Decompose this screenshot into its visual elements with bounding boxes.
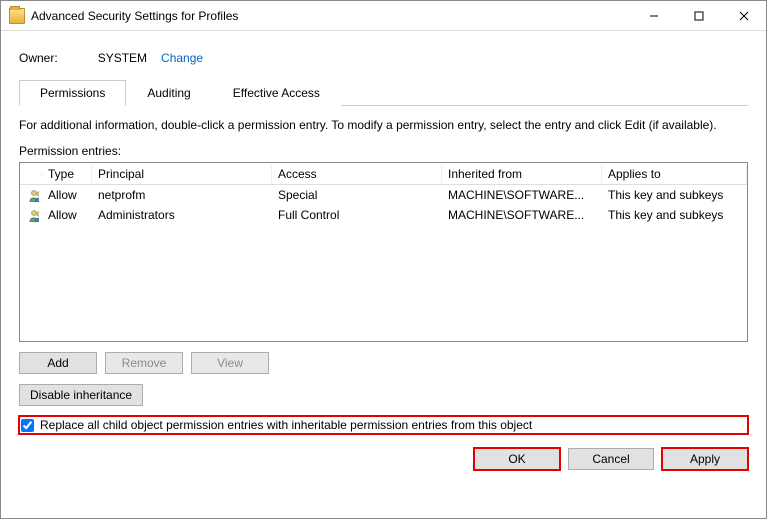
cancel-button[interactable]: Cancel [568, 448, 654, 470]
entries-label: Permission entries: [19, 144, 748, 158]
permission-table[interactable]: Type Principal Access Inherited from App… [19, 162, 748, 342]
owner-row: Owner: SYSTEM Change [19, 51, 748, 65]
minimize-icon [649, 11, 659, 21]
info-text: For additional information, double-click… [19, 118, 748, 132]
cell-principal: netprofm [92, 187, 272, 203]
cell-applies: This key and subkeys [602, 187, 747, 203]
cell-access: Special [272, 187, 442, 203]
cell-type: Allow [42, 207, 92, 223]
col-inherited[interactable]: Inherited from [442, 165, 602, 183]
tabs: Permissions Auditing Effective Access [19, 79, 748, 106]
titlebar: Advanced Security Settings for Profiles [1, 1, 766, 31]
window-title: Advanced Security Settings for Profiles [31, 9, 631, 23]
users-icon [23, 208, 39, 222]
ok-button[interactable]: OK [474, 448, 560, 470]
change-owner-link[interactable]: Change [161, 51, 203, 65]
owner-value: SYSTEM [98, 51, 147, 65]
close-icon [739, 11, 749, 21]
add-button[interactable]: Add [19, 352, 97, 374]
cell-access: Full Control [272, 207, 442, 223]
view-button: View [191, 352, 269, 374]
col-type[interactable]: Type [42, 165, 92, 183]
cell-principal: Administrators [92, 207, 272, 223]
users-icon [23, 188, 39, 202]
cell-type: Allow [42, 187, 92, 203]
tab-auditing[interactable]: Auditing [126, 80, 211, 106]
maximize-button[interactable] [676, 1, 721, 31]
table-header: Type Principal Access Inherited from App… [20, 163, 747, 185]
table-row[interactable]: AllowAdministratorsFull ControlMACHINE\S… [20, 205, 747, 225]
replace-children-row[interactable]: Replace all child object permission entr… [19, 416, 748, 434]
col-applies[interactable]: Applies to [602, 165, 747, 183]
replace-children-label[interactable]: Replace all child object permission entr… [40, 418, 532, 432]
replace-children-checkbox[interactable] [21, 419, 34, 432]
tab-permissions[interactable]: Permissions [19, 80, 126, 106]
disable-inheritance-button[interactable]: Disable inheritance [19, 384, 143, 406]
col-principal[interactable]: Principal [92, 165, 272, 183]
minimize-button[interactable] [631, 1, 676, 31]
tab-effective-access[interactable]: Effective Access [212, 80, 341, 106]
folder-icon [9, 8, 25, 24]
owner-label: Owner: [19, 51, 58, 65]
maximize-icon [694, 11, 704, 21]
table-row[interactable]: AllownetprofmSpecialMACHINE\SOFTWARE...T… [20, 185, 747, 205]
apply-button[interactable]: Apply [662, 448, 748, 470]
cell-inherited: MACHINE\SOFTWARE... [442, 187, 602, 203]
cell-inherited: MACHINE\SOFTWARE... [442, 207, 602, 223]
close-button[interactable] [721, 1, 766, 31]
col-access[interactable]: Access [272, 165, 442, 183]
cell-applies: This key and subkeys [602, 207, 747, 223]
remove-button: Remove [105, 352, 183, 374]
